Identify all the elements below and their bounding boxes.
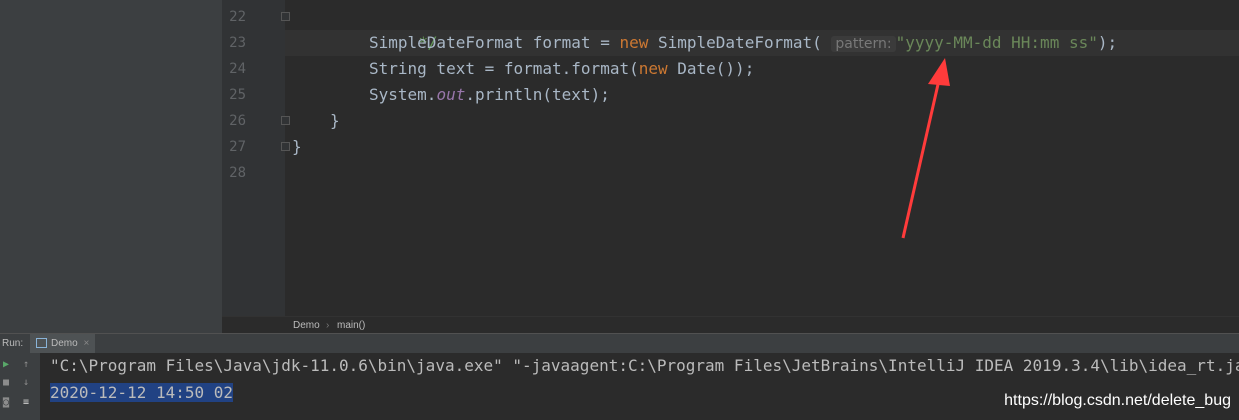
rerun-icon[interactable]: ▶ xyxy=(0,359,12,371)
tab-demo[interactable]: Demo × xyxy=(30,334,96,353)
breadcrumb-separator-icon: › xyxy=(326,320,330,331)
console-line: "C:\Program Files\Java\jdk-11.0.6\bin\ja… xyxy=(50,356,1239,375)
breadcrumb: Demo › main() xyxy=(222,316,1239,334)
soft-wrap-icon[interactable]: ≡ xyxy=(20,397,32,409)
breadcrumb-item-method[interactable]: main() xyxy=(337,320,365,331)
watermark: https://blog.csdn.net/delete_bug xyxy=(1004,392,1231,409)
run-tool-window-header: Run: Demo × xyxy=(0,333,1239,353)
tab-demo-label: Demo xyxy=(51,338,78,349)
console-line: 2020-12-12 14:50 02 xyxy=(50,380,234,406)
breadcrumb-item-class[interactable]: Demo xyxy=(293,320,320,331)
selected-output-text[interactable]: 2020-12-12 14:50 02 xyxy=(50,383,234,402)
up-arrow-icon[interactable]: ↑ xyxy=(20,359,32,371)
run-label: Run: xyxy=(2,338,24,349)
down-arrow-icon[interactable]: ↓ xyxy=(20,377,32,389)
app-icon xyxy=(36,338,47,349)
stop-icon[interactable]: ■ xyxy=(0,377,12,389)
close-icon[interactable]: × xyxy=(83,338,89,349)
run-toolbar: ▶ ↑ ■ ↓ ◙ ≡ xyxy=(0,353,40,420)
camera-icon[interactable]: ◙ xyxy=(0,397,12,409)
